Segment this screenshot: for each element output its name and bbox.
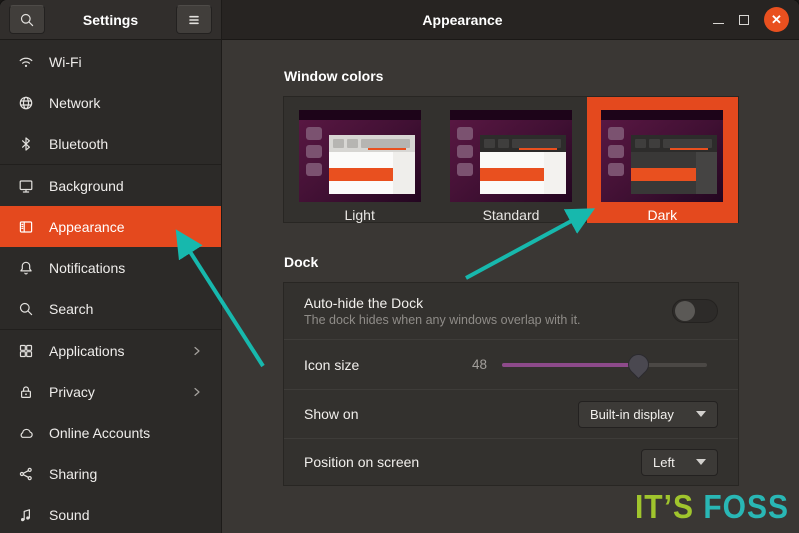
window-colors-heading: Window colors: [284, 68, 739, 84]
position-label: Position on screen: [304, 454, 641, 470]
titlebar: Settings Appearance ✕: [0, 0, 799, 40]
position-value: Left: [653, 455, 675, 470]
sidebar-item-network[interactable]: Network: [0, 82, 221, 123]
sidebar-item-label: Notifications: [49, 260, 125, 276]
bluetooth-icon: [18, 136, 34, 152]
chevron-right-icon: [189, 343, 205, 359]
caret-down-icon: [696, 459, 706, 465]
theme-label: Light: [344, 207, 374, 223]
sidebar-item-label: Privacy: [49, 384, 95, 400]
sidebar-title: Settings: [83, 12, 138, 28]
settings-window: Settings Appearance ✕ Wi-Fi Network: [0, 0, 799, 533]
cloud-icon: [18, 425, 34, 441]
share-icon: [18, 466, 34, 482]
icon-size-value: 48: [472, 357, 487, 372]
sidebar-item-label: Online Accounts: [49, 425, 150, 441]
watermark-foss: FOSS: [703, 489, 789, 526]
show-on-label: Show on: [304, 406, 578, 422]
lock-icon: [18, 384, 34, 400]
wifi-icon: [18, 54, 34, 70]
slider-track: [502, 363, 707, 367]
theme-option-dark[interactable]: Dark: [587, 97, 738, 223]
sidebar-item-privacy[interactable]: Privacy: [0, 371, 221, 412]
search-icon: [19, 12, 35, 28]
caret-down-icon: [696, 411, 706, 417]
sidebar-item-label: Appearance: [49, 219, 125, 235]
theme-preview-standard: [450, 110, 572, 202]
sidebar-item-label: Sound: [49, 507, 89, 523]
sidebar-item-label: Background: [49, 178, 124, 194]
icon-size-label: Icon size: [304, 357, 472, 373]
show-on-value: Built-in display: [590, 407, 674, 422]
sidebar-item-label: Bluetooth: [49, 136, 108, 152]
minimize-button[interactable]: [713, 23, 724, 24]
window-controls: ✕: [713, 7, 789, 32]
sidebar: Wi-Fi Network Bluetooth Background Appea…: [0, 40, 222, 533]
sidebar-item-sharing[interactable]: Sharing: [0, 453, 221, 494]
sidebar-item-notifications[interactable]: Notifications: [0, 247, 221, 288]
autohide-toggle[interactable]: [672, 299, 718, 323]
hamburger-icon: [186, 12, 202, 28]
dock-heading: Dock: [284, 254, 739, 270]
toggle-knob: [675, 301, 695, 321]
sidebar-item-online-accounts[interactable]: Online Accounts: [0, 412, 221, 453]
sidebar-item-label: Network: [49, 95, 100, 111]
show-on-dropdown[interactable]: Built-in display: [578, 401, 718, 428]
menu-button[interactable]: [176, 5, 212, 34]
globe-icon: [18, 95, 34, 111]
autohide-subtitle: The dock hides when any windows overlap …: [304, 313, 672, 327]
theme-preview-dark: [601, 110, 723, 202]
appearance-icon: [18, 219, 34, 235]
grid-icon: [18, 343, 34, 359]
main-headerbar: Appearance ✕: [222, 0, 799, 40]
itsfoss-watermark: IT’S FOSS: [635, 489, 789, 527]
theme-option-standard[interactable]: Standard: [435, 97, 586, 223]
sidebar-item-label: Sharing: [49, 466, 97, 482]
maximize-button[interactable]: [739, 15, 749, 25]
position-row: Position on screen Left: [284, 438, 738, 485]
chevron-right-icon: [189, 384, 205, 400]
icon-size-slider[interactable]: [502, 353, 707, 377]
bell-icon: [18, 260, 34, 276]
autohide-row: Auto-hide the Dock The dock hides when a…: [284, 283, 738, 339]
dock-card: Auto-hide the Dock The dock hides when a…: [283, 282, 739, 486]
theme-option-light[interactable]: Light: [284, 97, 435, 223]
page-title: Appearance: [222, 12, 703, 28]
sidebar-item-label: Wi-Fi: [49, 54, 82, 70]
theme-label: Dark: [648, 207, 678, 223]
sidebar-item-appearance[interactable]: Appearance: [0, 206, 221, 247]
sidebar-item-label: Search: [49, 301, 93, 317]
sidebar-item-wifi[interactable]: Wi-Fi: [0, 41, 221, 82]
slider-handle[interactable]: [624, 349, 654, 379]
sidebar-item-label: Applications: [49, 343, 125, 359]
window-colors-card: Light Standard: [283, 96, 739, 223]
slider-fill: [502, 363, 639, 367]
sidebar-item-search[interactable]: Search: [0, 288, 221, 329]
sidebar-headerbar: Settings: [0, 0, 222, 40]
position-dropdown[interactable]: Left: [641, 449, 718, 476]
watermark-its: IT’S: [635, 489, 694, 526]
show-on-row: Show on Built-in display: [284, 389, 738, 438]
autohide-title: Auto-hide the Dock: [304, 295, 672, 311]
display-icon: [18, 178, 34, 194]
icon-size-row: Icon size 48: [284, 339, 738, 389]
sidebar-item-background[interactable]: Background: [0, 165, 221, 206]
close-button[interactable]: ✕: [764, 7, 789, 32]
search-button[interactable]: [9, 5, 45, 34]
search-icon: [18, 301, 34, 317]
sidebar-item-bluetooth[interactable]: Bluetooth: [0, 123, 221, 164]
sidebar-item-applications[interactable]: Applications: [0, 330, 221, 371]
appearance-panel: Window colors Light: [223, 40, 799, 533]
theme-label: Standard: [483, 207, 540, 223]
theme-preview-light: [299, 110, 421, 202]
music-note-icon: [18, 507, 34, 523]
sidebar-item-sound[interactable]: Sound: [0, 494, 221, 533]
